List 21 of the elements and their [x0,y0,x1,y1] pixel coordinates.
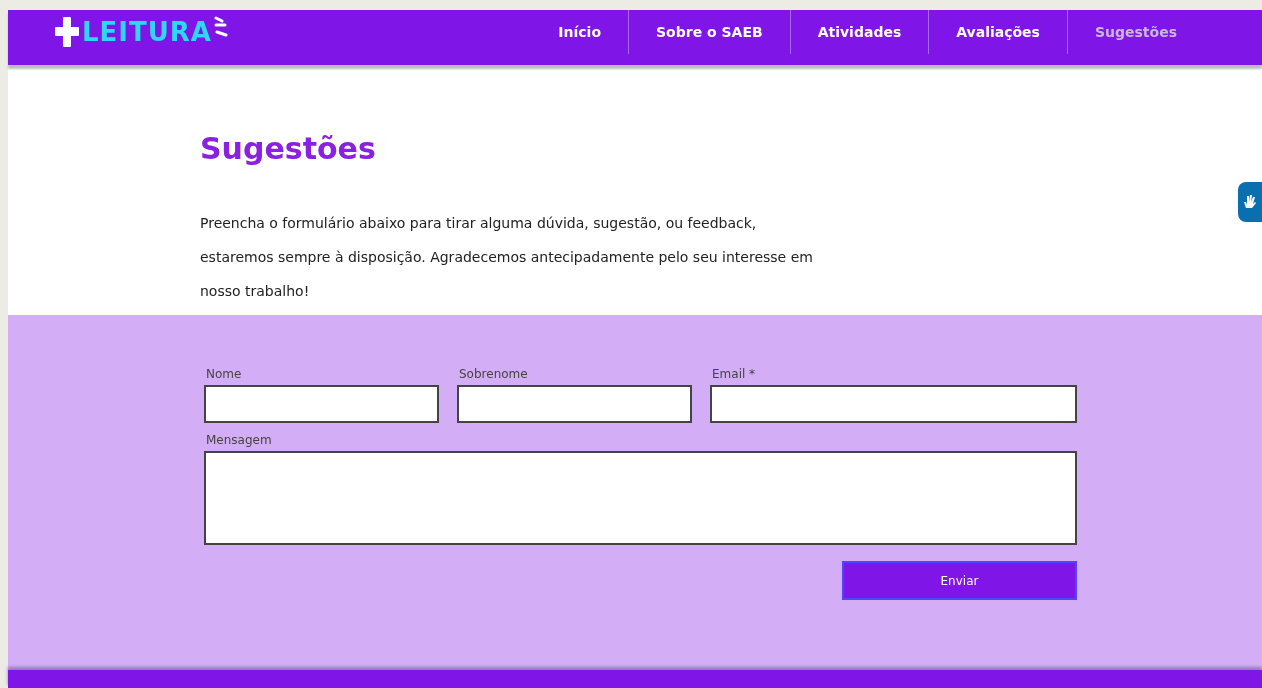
field-label: Mensagem [206,433,273,447]
intro-paragraph: Preencha o formulário abaixo para tirar alguma dúvida, sugestão, ou feedback, estaremos sempre à disposição. Agradecemos antecipadamente pelo seu interesse em nosso trabalho! [200,214,814,301]
hand-icon[interactable] [1238,182,1262,222]
logo-text: LEITURA [82,16,212,47]
plus-icon [54,15,80,48]
logo[interactable]: LEITURA [54,15,230,48]
field-label: Nome [206,367,243,381]
page-title: Sugestões [200,131,377,166]
submit-button[interactable]: Enviar [842,561,1077,600]
sparkle-icon [214,15,230,38]
nav-link[interactable]: Sobre o SAEB [629,9,790,54]
input-field[interactable] [204,385,439,423]
message-field[interactable] [204,451,1077,545]
field-label: Sobrenome [459,367,529,381]
field-label: Email * [712,367,757,381]
nav-link[interactable]: Sugestões [1067,9,1204,54]
nav-link[interactable]: Avaliações [929,9,1067,54]
input-field[interactable] [710,385,1077,423]
input-field[interactable] [457,385,692,423]
nav-link[interactable]: Início [531,9,629,54]
nav-link[interactable]: Atividades [790,9,929,54]
